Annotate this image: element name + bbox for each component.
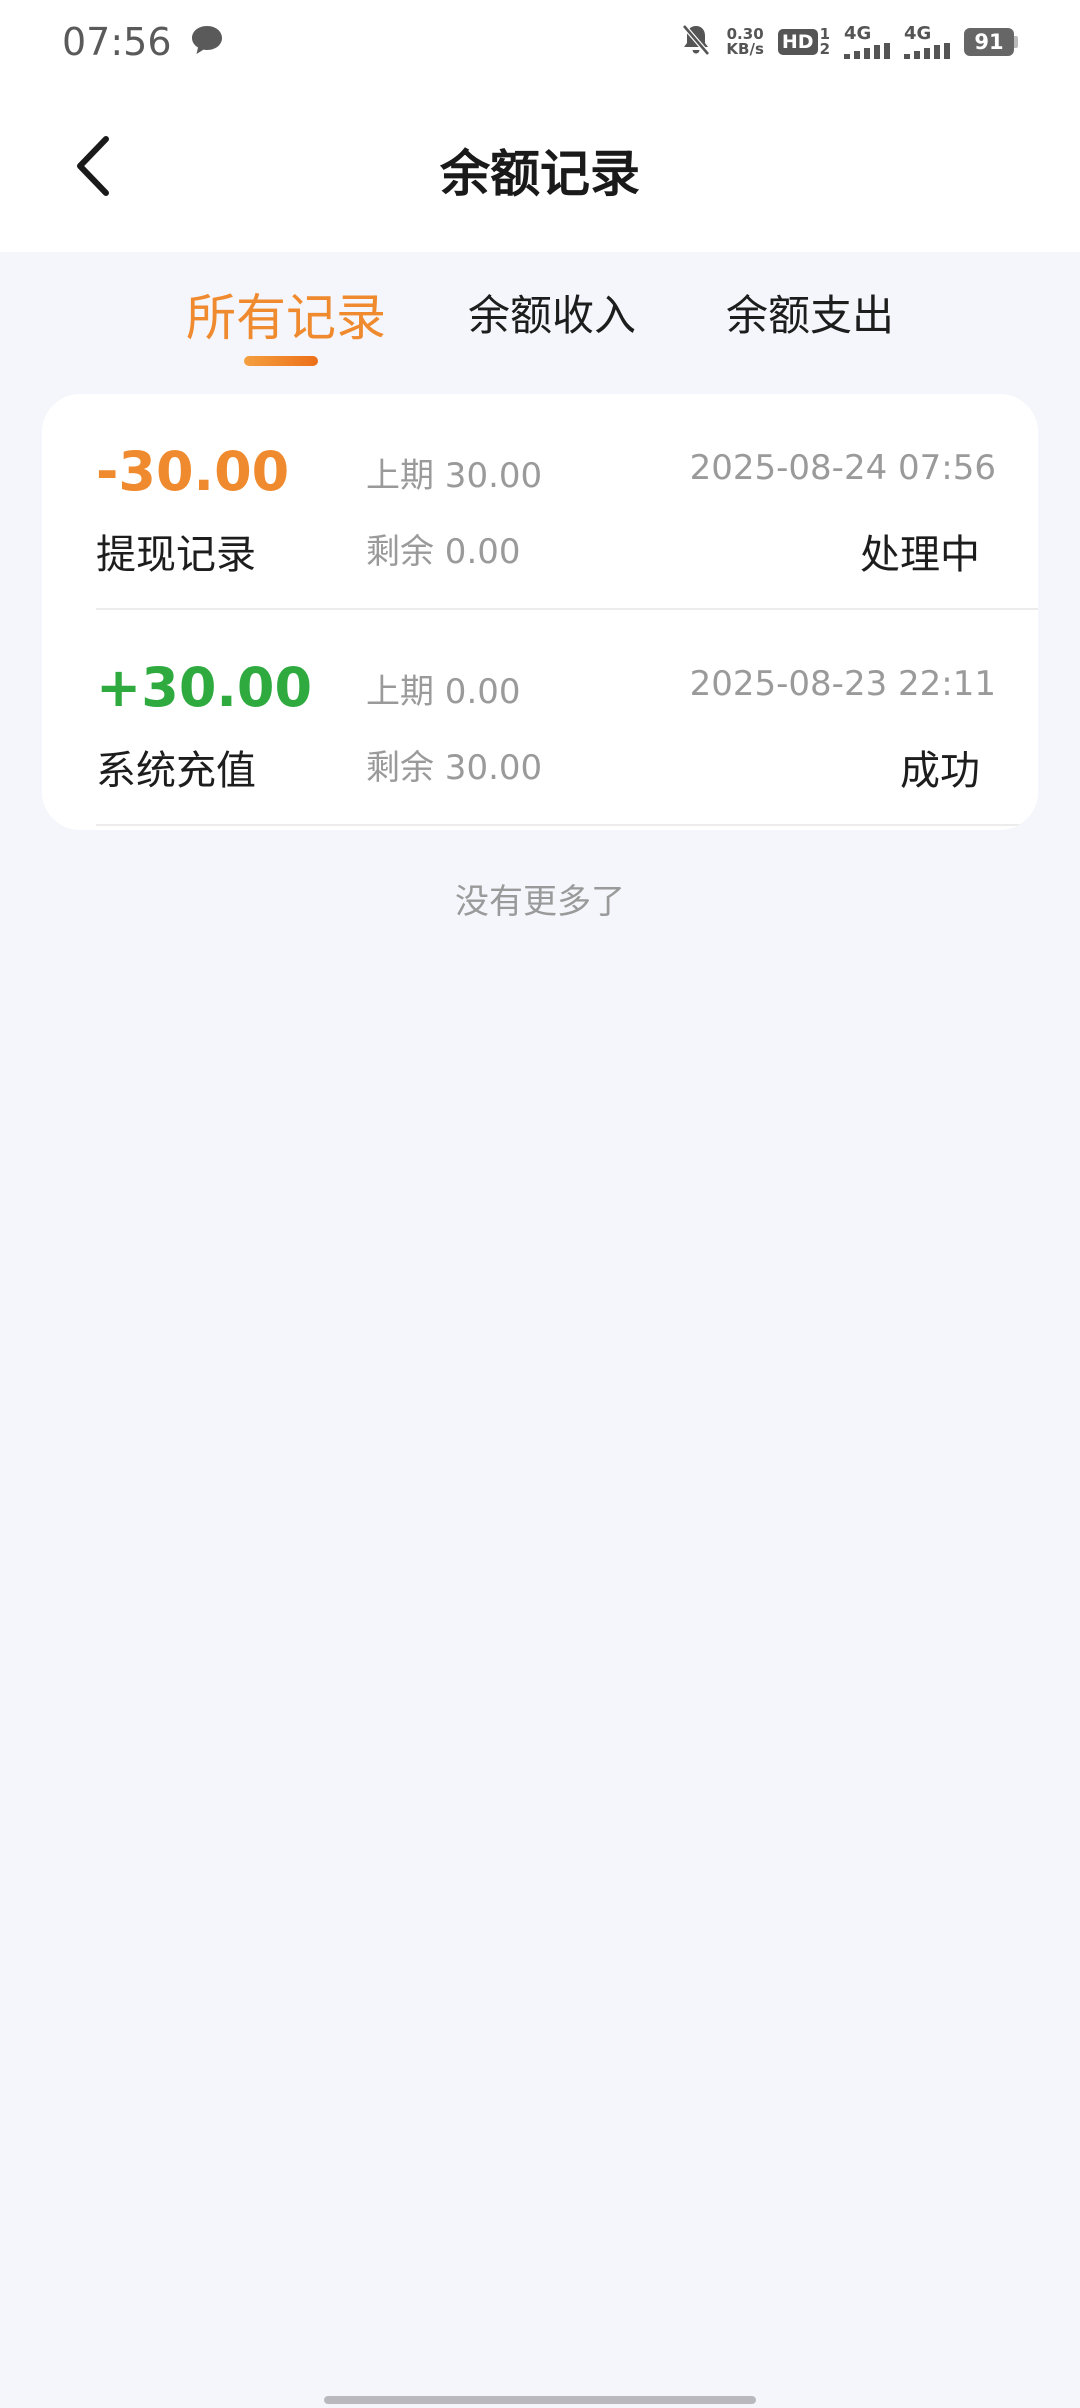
- balance-records-page: 07:56 0.30 KB/s HD 1 2 4G 4G 91 余额记录 所有记…: [0, 0, 1080, 2408]
- records-list: -30.00 提现记录 上期 30.00 剩余 0.00 2025-08-24 …: [42, 394, 1038, 830]
- page-title: 余额记录: [440, 145, 640, 203]
- record-status: 处理中: [860, 532, 980, 578]
- record-previous-balance: 上期 30.00: [366, 456, 543, 496]
- record-tabs: 所有记录 余额收入 余额支出: [0, 270, 1080, 370]
- active-tab-indicator: [244, 356, 318, 366]
- network-speed: 0.30 KB/s: [726, 27, 763, 57]
- record-date: 2025-08-23 22:11: [689, 664, 996, 704]
- record-type: 系统充值: [96, 748, 256, 794]
- record-type: 提现记录: [96, 532, 256, 578]
- signal-2-label: 4G: [904, 23, 932, 44]
- record-remaining-balance: 剩余 30.00: [366, 748, 543, 788]
- status-right-icons: 0.30 KB/s HD 1 2 4G 4G 91: [680, 23, 1018, 61]
- hd-sub-bottom: 2: [819, 40, 830, 58]
- signal-icon-2: 4G: [904, 25, 950, 59]
- battery-level: 91: [964, 28, 1014, 56]
- list-item[interactable]: -30.00 提现记录 上期 30.00 剩余 0.00 2025-08-24 …: [42, 394, 1038, 610]
- signal-1-label: 4G: [844, 23, 872, 44]
- status-bar: 07:56 0.30 KB/s HD 1 2 4G 4G 91: [0, 0, 1080, 84]
- message-icon: [190, 24, 224, 60]
- no-more-text: 没有更多了: [455, 882, 625, 922]
- tab-balance-income[interactable]: 余额收入: [468, 282, 636, 343]
- record-remaining-balance: 剩余 0.00: [366, 532, 521, 572]
- record-amount: +30.00: [96, 656, 313, 719]
- divider: [96, 824, 1038, 826]
- record-amount: -30.00: [96, 440, 290, 503]
- bell-muted-icon: [680, 23, 712, 61]
- record-date: 2025-08-24 07:56: [689, 448, 996, 488]
- app-header: 余额记录: [0, 84, 1080, 252]
- signal-icon: 4G: [844, 25, 890, 59]
- hd-icon: HD 1 2: [777, 27, 830, 58]
- status-time: 07:56: [62, 20, 172, 64]
- record-status: 成功: [900, 748, 980, 794]
- battery-icon: 91: [964, 28, 1018, 56]
- list-item[interactable]: +30.00 系统充值 上期 0.00 剩余 30.00 2025-08-23 …: [42, 610, 1038, 826]
- record-previous-balance: 上期 0.00: [366, 672, 521, 712]
- tab-all-records[interactable]: 所有记录: [186, 278, 386, 350]
- network-speed-unit: KB/s: [726, 40, 764, 58]
- home-indicator[interactable]: [324, 2396, 756, 2404]
- tab-balance-expense[interactable]: 余额支出: [726, 282, 894, 343]
- hd-label: HD: [777, 29, 818, 55]
